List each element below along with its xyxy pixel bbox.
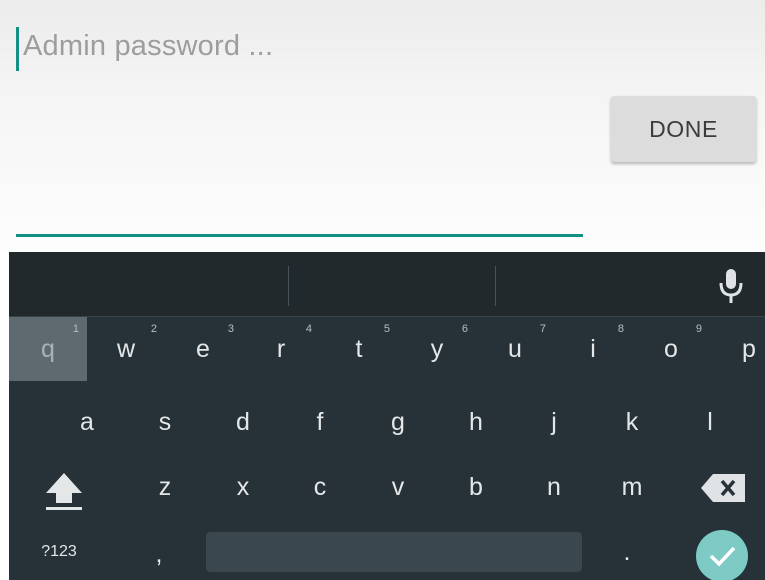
key-label: y [430, 334, 444, 363]
key-w[interactable]: w2 [87, 317, 165, 381]
shift-icon[interactable] [41, 467, 87, 513]
key-h[interactable]: h [437, 390, 515, 454]
key-t[interactable]: t5 [320, 317, 398, 381]
key-c[interactable]: c [281, 455, 359, 519]
key-hint: 3 [227, 323, 234, 335]
password-input[interactable]: Admin password ... [23, 30, 273, 63]
key-i[interactable]: i8 [554, 317, 632, 381]
key-label: e [196, 334, 210, 363]
check-icon [709, 546, 736, 567]
backspace-icon[interactable] [699, 470, 749, 506]
soft-keyboard: ?123 , . q1w2e3r4t5y6u7i8o9pasdfghjklzxc… [9, 252, 765, 580]
key-u[interactable]: u7 [476, 317, 554, 381]
key-z[interactable]: z [126, 455, 204, 519]
key-hint: 7 [539, 323, 546, 335]
key-label: o [664, 334, 678, 363]
key-b[interactable]: b [437, 455, 515, 519]
key-hint: 1 [72, 323, 79, 335]
key-label: q [41, 334, 55, 363]
screen: Admin password ... DONE ?123 , . q 1 w 2… [0, 0, 765, 580]
key-a[interactable]: a [48, 390, 126, 454]
key-f[interactable]: f [281, 390, 359, 454]
key-hint: 9 [695, 323, 702, 335]
key-label: w [116, 334, 136, 363]
suggestion-divider [495, 266, 496, 306]
key-hint: 8 [617, 323, 624, 335]
key-label: i [590, 334, 596, 363]
comma-key[interactable]: , [139, 532, 179, 576]
key-d[interactable]: d [204, 390, 282, 454]
key-n[interactable]: n [515, 455, 593, 519]
key-label: u [508, 334, 522, 363]
input-underline [16, 234, 583, 237]
suggestion-strip [9, 252, 765, 317]
key-y[interactable]: y6 [398, 317, 476, 381]
key-m[interactable]: m [593, 455, 671, 519]
key-label: t [355, 334, 363, 363]
key-label: p [742, 334, 756, 363]
key-hint: 2 [150, 323, 157, 335]
key-hint: 5 [383, 323, 390, 335]
key-s[interactable]: s [126, 390, 204, 454]
suggestion-divider [288, 266, 289, 306]
symbols-key[interactable]: ?123 [29, 532, 89, 572]
key-k[interactable]: k [593, 390, 671, 454]
key-hint: 6 [461, 323, 468, 335]
space-key[interactable] [206, 532, 582, 572]
enter-key[interactable] [696, 530, 748, 580]
key-q[interactable]: q1 [9, 317, 87, 381]
key-l[interactable]: l [671, 390, 749, 454]
key-p[interactable]: p [710, 317, 765, 381]
key-g[interactable]: g [359, 390, 437, 454]
key-label: r [276, 334, 286, 363]
key-r[interactable]: r4 [242, 317, 320, 381]
key-x[interactable]: x [204, 455, 282, 519]
key-e[interactable]: e3 [164, 317, 242, 381]
key-j[interactable]: j [515, 390, 593, 454]
mic-icon[interactable] [713, 266, 749, 306]
password-form: Admin password ... DONE [0, 0, 765, 252]
key-hint: 4 [305, 323, 312, 335]
key-v[interactable]: v [359, 455, 437, 519]
period-key[interactable]: . [607, 532, 647, 572]
key-o[interactable]: o9 [632, 317, 710, 381]
text-cursor [16, 27, 19, 71]
done-button[interactable]: DONE [611, 96, 756, 162]
